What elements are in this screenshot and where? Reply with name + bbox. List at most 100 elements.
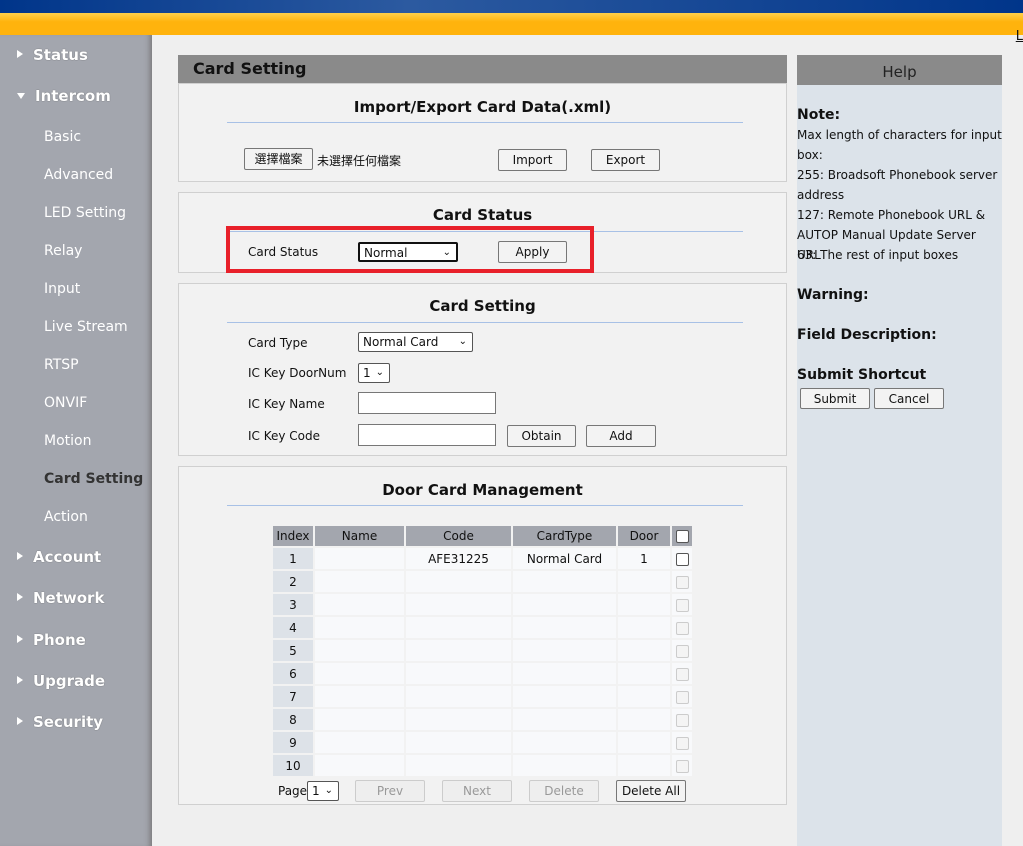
next-button[interactable]: Next [442,780,512,802]
cell-cardtype [513,709,616,730]
cell-cardtype [513,640,616,661]
triangle-down-icon [17,93,25,99]
cell-code [406,755,511,776]
sidebar-sub-onvif[interactable]: ONVIF [44,395,87,411]
col-index: Index [273,526,313,546]
sidebar-sub-live-stream[interactable]: Live Stream [44,319,128,335]
card-status-select[interactable]: Normal ⌄ [358,242,458,262]
cell-cardtype [513,617,616,638]
delete-all-button[interactable]: Delete All [616,780,686,802]
row-checkbox[interactable] [675,552,689,566]
triangle-right-icon [17,717,23,725]
submit-button[interactable]: Submit [800,388,870,409]
row-checkbox[interactable] [675,575,689,589]
sidebar-item-account[interactable]: Account [17,548,101,566]
triangle-right-icon [17,593,23,601]
cell-code [406,686,511,707]
door-num-select[interactable]: 1 ⌄ [358,363,390,383]
sidebar-sub-input[interactable]: Input [44,281,80,297]
card-setting-panel: Card Setting Card Type Normal Card ⌄ IC K… [178,283,787,456]
import-button[interactable]: Import [498,149,567,171]
choose-file-button[interactable]: 選擇檔案 [244,148,313,170]
sidebar-item-phone[interactable]: Phone [17,631,86,649]
row-checkbox[interactable] [675,713,689,727]
door-num-label: IC Key DoorNum [248,366,347,380]
select-value: 1 [363,366,371,380]
sidebar-item-label: Account [33,548,102,566]
card-type-select[interactable]: Normal Card ⌄ [358,332,473,352]
submit-shortcut-title: Submit Shortcut [797,367,927,383]
page-title: Card Setting [178,55,787,83]
row-checkbox[interactable] [675,690,689,704]
cell-select[interactable] [672,755,692,776]
sidebar-sub-motion[interactable]: Motion [44,433,91,449]
row-checkbox[interactable] [675,667,689,681]
sidebar-item-status[interactable]: Status [17,46,88,64]
sidebar-sub-advanced[interactable]: Advanced [44,167,113,183]
cell-code [406,663,511,684]
cell-name [315,548,404,569]
cell-select[interactable] [672,686,692,707]
delete-button[interactable]: Delete [529,780,599,802]
chevron-down-icon: ⌄ [442,247,451,258]
cell-name [315,663,404,684]
cell-code [406,709,511,730]
key-name-input[interactable] [358,392,496,414]
cancel-button[interactable]: Cancel [874,388,944,409]
sidebar-item-upgrade[interactable]: Upgrade [17,672,105,690]
sidebar-item-intercom[interactable]: Intercom [17,87,111,105]
cell-door [618,686,670,707]
row-checkbox[interactable] [675,736,689,750]
cell-index: 10 [273,755,313,776]
cell-cardtype [513,755,616,776]
row-checkbox[interactable] [675,621,689,635]
cell-index: 9 [273,732,313,753]
divider [227,322,743,323]
sidebar-sub-card-setting[interactable]: Card Setting [44,471,143,487]
row-checkbox[interactable] [675,644,689,658]
cell-select[interactable] [672,663,692,684]
sidebar-sub-basic[interactable]: Basic [44,129,81,145]
sidebar-item-security[interactable]: Security [17,713,103,731]
add-button[interactable]: Add [586,425,656,447]
cell-cardtype [513,663,616,684]
cell-select[interactable] [672,594,692,615]
triangle-right-icon [17,635,23,643]
card-status-label: Card Status [248,245,319,259]
col-name: Name [315,526,404,546]
chevron-down-icon: ⌄ [324,785,333,796]
top-banner [0,0,1023,13]
cell-select[interactable] [672,732,692,753]
sidebar-sub-rtsp[interactable]: RTSP [44,357,79,373]
row-checkbox[interactable] [675,598,689,612]
table-row: 3 [273,594,692,615]
cell-select[interactable] [672,617,692,638]
page-select[interactable]: 1 ⌄ [307,781,339,801]
cell-code: AFE31225 [406,548,511,569]
sidebar-item-label: Phone [33,631,86,649]
sidebar-sub-relay[interactable]: Relay [44,243,82,259]
sidebar-sub-action[interactable]: Action [44,509,88,525]
apply-button[interactable]: Apply [498,241,567,263]
table-row: 2 [273,571,692,592]
key-code-input[interactable] [358,424,496,446]
logout-link[interactable]: L [1016,29,1023,44]
sidebar-sub-led-setting[interactable]: LED Setting [44,205,126,221]
sidebar-item-network[interactable]: Network [17,589,104,607]
cell-select[interactable] [672,548,692,569]
card-table: Index Name Code CardType Door 1 AFE31225 N… [271,524,694,778]
prev-button[interactable]: Prev [355,780,425,802]
col-select-all[interactable] [672,526,692,546]
table-row: 5 [273,640,692,661]
note-line: 255: Broadsoft Phonebook server address [797,168,998,202]
row-checkbox[interactable] [675,759,689,773]
export-button[interactable]: Export [591,149,660,171]
card-type-label: Card Type [248,336,308,350]
select-all-checkbox[interactable] [675,530,689,543]
obtain-button[interactable]: Obtain [507,425,576,447]
cell-select[interactable] [672,640,692,661]
table-row: 9 [273,732,692,753]
cell-select[interactable] [672,571,692,592]
cell-index: 8 [273,709,313,730]
cell-select[interactable] [672,709,692,730]
